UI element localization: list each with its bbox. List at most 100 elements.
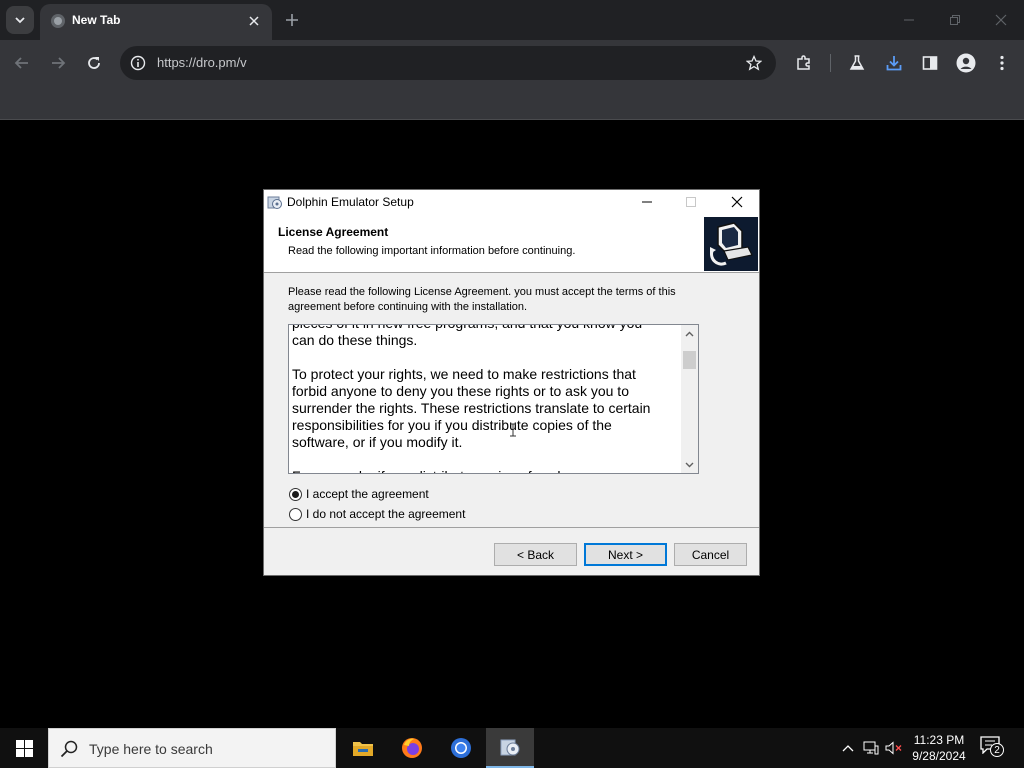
toolbar-divider [830, 54, 831, 72]
bookmark-button[interactable] [744, 53, 764, 73]
setup-app-icon [500, 739, 520, 756]
volume-muted-icon [885, 741, 902, 755]
license-text: pieces of it in new free programs, and t… [292, 325, 651, 473]
license-text-box[interactable]: pieces of it in new free programs, and t… [288, 324, 699, 474]
network-icon [863, 741, 879, 755]
text-cursor-icon [510, 423, 516, 437]
folder-icon [353, 742, 373, 756]
taskbar: Type here to search 11:23 PM 9/28/2024 2 [0, 728, 1024, 768]
scroll-up-button[interactable] [681, 325, 698, 342]
dialog-minimize-button[interactable] [637, 193, 657, 211]
star-icon [746, 55, 762, 71]
browser-tab[interactable]: New Tab [40, 4, 272, 40]
cancel-button[interactable]: Cancel [674, 543, 747, 566]
plus-icon [286, 14, 298, 26]
dialog-title: Dolphin Emulator Setup [287, 195, 414, 209]
globe-favicon-icon [51, 14, 65, 28]
chrome-button[interactable] [437, 728, 485, 768]
dialog-titlebar[interactable]: Dolphin Emulator Setup [264, 190, 759, 214]
decline-label[interactable]: I do not accept the agreement [306, 507, 465, 521]
page-subtitle: Read the following important information… [288, 245, 576, 257]
clock-date: 9/28/2024 [912, 749, 966, 763]
dialog-close-button[interactable] [727, 193, 747, 211]
page-title: License Agreement [278, 225, 389, 239]
setup-taskbar-button[interactable] [486, 728, 534, 768]
restore-window-button[interactable] [946, 12, 964, 28]
firefox-button[interactable] [388, 728, 436, 768]
windows-logo-icon [15, 739, 33, 757]
side-panel-icon [922, 56, 938, 70]
chevron-up-icon [842, 745, 854, 752]
back-button[interactable] [11, 52, 33, 74]
chevron-down-icon [15, 17, 25, 24]
labs-button[interactable] [846, 52, 868, 74]
close-window-button[interactable] [992, 12, 1010, 28]
setup-app-icon [267, 196, 282, 209]
extensions-button[interactable] [793, 52, 815, 74]
chevron-down-icon [685, 462, 694, 467]
side-panel-button[interactable] [919, 52, 941, 74]
new-tab-button[interactable] [282, 10, 302, 30]
network-button[interactable] [861, 738, 881, 758]
decline-agreement-option[interactable]: I do not accept the agreement [289, 506, 465, 522]
license-instructions: Please read the following License Agreem… [288, 286, 676, 313]
notification-center-button[interactable]: 2 [980, 736, 1006, 760]
kebab-menu-icon [1000, 55, 1004, 71]
firefox-icon [402, 738, 422, 758]
browser-titlebar: New Tab [0, 0, 1024, 40]
chrome-icon [451, 738, 471, 758]
minimize-window-button[interactable] [900, 12, 918, 28]
accept-radio[interactable] [289, 487, 302, 501]
forward-arrow-icon [52, 57, 66, 69]
reload-button[interactable] [83, 52, 105, 74]
back-button[interactable]: < Back [494, 543, 577, 566]
next-button[interactable]: Next > [584, 543, 667, 566]
browser-menu-button[interactable] [991, 52, 1013, 74]
notification-count-badge: 2 [990, 743, 1004, 757]
wizard-logo [704, 217, 758, 271]
tab-search-button[interactable] [6, 6, 34, 34]
scroll-down-button[interactable] [681, 456, 698, 473]
file-explorer-button[interactable] [339, 728, 387, 768]
clock-time: 11:23 PM [913, 733, 965, 747]
profile-button[interactable] [955, 52, 977, 74]
downloads-button[interactable] [883, 52, 905, 74]
installer-computer-icon [710, 222, 753, 266]
accept-label[interactable]: I accept the agreement [306, 487, 429, 501]
scroll-thumb[interactable] [683, 351, 696, 369]
close-icon [249, 16, 259, 26]
info-icon [130, 55, 146, 71]
forward-button[interactable] [47, 52, 69, 74]
browser-toolbar: https://dro.pm/v [0, 40, 1024, 86]
taskbar-clock[interactable]: 11:23 PM 9/28/2024 [904, 732, 974, 764]
puzzle-icon [797, 55, 810, 70]
taskbar-search[interactable]: Type here to search [48, 728, 336, 768]
reload-icon [88, 57, 100, 69]
minimize-icon [904, 19, 914, 21]
volume-button[interactable] [884, 738, 904, 758]
bookmarks-bar [0, 86, 1024, 120]
decline-radio[interactable] [289, 507, 302, 521]
minimize-icon [642, 201, 652, 203]
start-button[interactable] [0, 728, 48, 768]
back-arrow-icon [14, 57, 28, 69]
url-text[interactable]: https://dro.pm/v [157, 55, 247, 70]
tab-title: New Tab [72, 13, 121, 27]
accept-agreement-option[interactable]: I accept the agreement [289, 486, 429, 502]
restore-icon [950, 15, 960, 25]
license-scrollbar[interactable] [681, 325, 698, 473]
show-hidden-icons-button[interactable] [838, 738, 858, 758]
search-icon [60, 740, 78, 758]
close-icon [995, 14, 1007, 26]
address-bar[interactable]: https://dro.pm/v [120, 46, 776, 80]
flask-icon [849, 55, 865, 70]
chevron-up-icon [685, 331, 694, 336]
setup-dialog: Dolphin Emulator Setup License Agreement… [263, 189, 760, 576]
site-info-button[interactable] [128, 53, 148, 73]
download-icon [886, 56, 902, 71]
dialog-maximize-button [681, 193, 701, 211]
close-tab-button[interactable] [245, 12, 263, 30]
search-placeholder[interactable]: Type here to search [89, 741, 213, 757]
dialog-divider [264, 527, 759, 528]
maximize-icon [686, 197, 696, 207]
